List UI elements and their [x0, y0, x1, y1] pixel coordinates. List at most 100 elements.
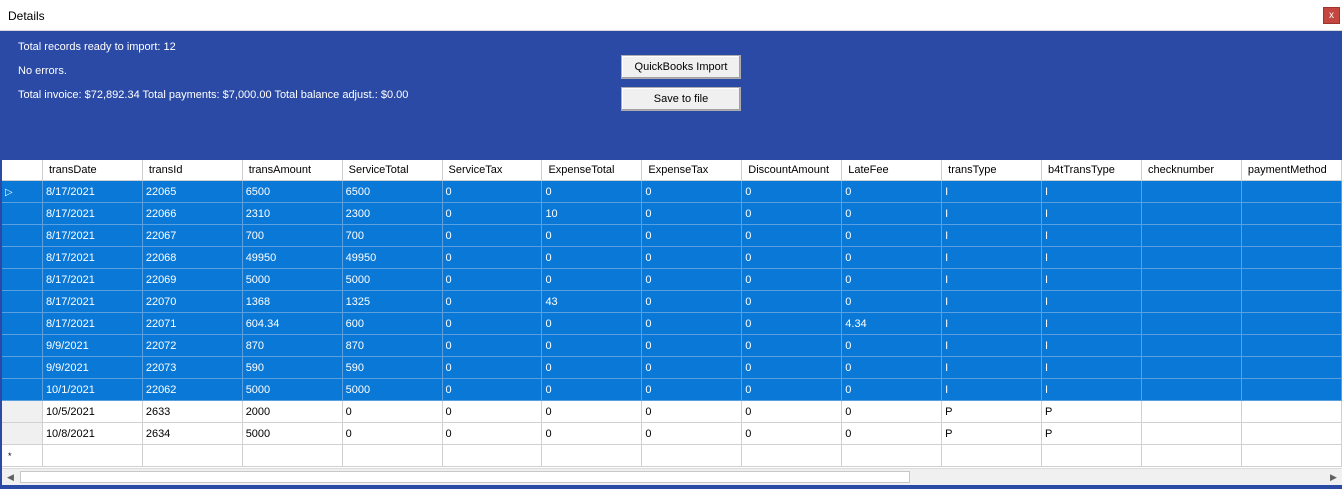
cell-transdate[interactable]	[42, 444, 143, 467]
row-header[interactable]	[2, 312, 43, 335]
cell-transtype[interactable]: I	[941, 246, 1043, 269]
row-header[interactable]	[2, 400, 43, 423]
column-header-servicetax[interactable]: ServiceTax	[442, 160, 543, 181]
row-header[interactable]	[2, 356, 43, 379]
cell-transamount[interactable]: 5000	[242, 422, 343, 445]
cell-transamount[interactable]: 49950	[242, 246, 343, 269]
cell-servicetax[interactable]: 0	[442, 312, 543, 335]
cell-transdate[interactable]: 9/9/2021	[42, 356, 143, 379]
cell-expensetotal[interactable]: 0	[541, 180, 643, 203]
cell-b4ttranstype[interactable]: I	[1041, 312, 1142, 335]
cell-checknumber[interactable]	[1141, 180, 1242, 203]
cell-transtype[interactable]: I	[941, 290, 1043, 313]
cell-servicetax[interactable]: 0	[442, 180, 543, 203]
cell-paymentmethod[interactable]	[1241, 312, 1342, 335]
column-header-discountamount[interactable]: DiscountAmount	[741, 160, 843, 181]
cell-discountamount[interactable]: 0	[741, 224, 843, 247]
cell-expensetax[interactable]: 0	[641, 180, 743, 203]
close-button[interactable]: x	[1323, 7, 1340, 24]
cell-expensetax[interactable]: 0	[641, 246, 743, 269]
cell-transtype[interactable]: I	[941, 268, 1043, 291]
scroll-left-icon[interactable]: ◀	[2, 469, 19, 485]
cell-expensetax[interactable]: 0	[641, 224, 743, 247]
cell-checknumber[interactable]	[1141, 422, 1242, 445]
cell-transamount[interactable]: 590	[242, 356, 343, 379]
cell-b4ttranstype[interactable]: I	[1041, 202, 1142, 225]
cell-transdate[interactable]: 10/5/2021	[42, 400, 143, 423]
table-row[interactable]: 8/17/2021 22071 604.34 600 0 0 0 0 4.34 I I	[2, 312, 1342, 335]
cell-b4ttranstype[interactable]: I	[1041, 378, 1142, 401]
column-header-latefee[interactable]: LateFee	[841, 160, 943, 181]
cell-checknumber[interactable]	[1141, 444, 1242, 467]
cell-transdate[interactable]: 8/17/2021	[42, 246, 143, 269]
cell-transamount[interactable]: 5000	[242, 378, 343, 401]
cell-b4ttranstype[interactable]: I	[1041, 334, 1142, 357]
cell-paymentmethod[interactable]	[1241, 180, 1342, 203]
cell-servicetax[interactable]: 0	[442, 334, 543, 357]
cell-transtype[interactable]: I	[941, 334, 1043, 357]
cell-transtype[interactable]: P	[941, 400, 1043, 423]
column-header-transtype[interactable]: transType	[941, 160, 1043, 181]
cell-b4ttranstype[interactable]: I	[1041, 246, 1142, 269]
cell-transamount[interactable]: 604.34	[242, 312, 343, 335]
column-header-transdate[interactable]: transDate	[42, 160, 143, 181]
cell-transamount[interactable]: 6500	[242, 180, 343, 203]
cell-transtype[interactable]: I	[941, 224, 1043, 247]
row-header[interactable]	[2, 224, 43, 247]
cell-transid[interactable]: 22072	[142, 334, 243, 357]
cell-transid[interactable]	[142, 444, 243, 467]
cell-b4ttranstype[interactable]	[1041, 444, 1142, 467]
cell-latefee[interactable]	[841, 444, 943, 467]
cell-expensetax[interactable]: 0	[641, 356, 743, 379]
cell-paymentmethod[interactable]	[1241, 356, 1342, 379]
cell-transtype[interactable]: I	[941, 356, 1043, 379]
cell-expensetax[interactable]: 0	[641, 268, 743, 291]
row-header[interactable]: ▷	[2, 180, 43, 203]
cell-transid[interactable]: 22071	[142, 312, 243, 335]
cell-latefee[interactable]: 0	[841, 356, 943, 379]
cell-checknumber[interactable]	[1141, 356, 1242, 379]
cell-expensetax[interactable]: 0	[641, 378, 743, 401]
cell-servicetotal[interactable]: 0	[342, 400, 443, 423]
cell-paymentmethod[interactable]	[1241, 334, 1342, 357]
cell-expensetax[interactable]	[641, 444, 743, 467]
cell-discountamount[interactable]: 0	[741, 378, 843, 401]
horizontal-scrollbar[interactable]: ◀ ▶	[2, 468, 1342, 485]
cell-expensetax[interactable]: 0	[641, 202, 743, 225]
cell-transid[interactable]: 22068	[142, 246, 243, 269]
cell-checknumber[interactable]	[1141, 224, 1242, 247]
cell-paymentmethod[interactable]	[1241, 400, 1342, 423]
cell-discountamount[interactable]: 0	[741, 312, 843, 335]
column-header-checknumber[interactable]: checknumber	[1141, 160, 1242, 181]
cell-transid[interactable]: 22062	[142, 378, 243, 401]
cell-servicetax[interactable]	[442, 444, 543, 467]
cell-servicetax[interactable]: 0	[442, 246, 543, 269]
cell-expensetax[interactable]: 0	[641, 290, 743, 313]
cell-servicetax[interactable]: 0	[442, 400, 543, 423]
cell-transdate[interactable]: 8/17/2021	[42, 180, 143, 203]
row-header[interactable]: *	[2, 444, 43, 467]
cell-b4ttranstype[interactable]: I	[1041, 356, 1142, 379]
cell-checknumber[interactable]	[1141, 334, 1242, 357]
cell-transamount[interactable]: 1368	[242, 290, 343, 313]
cell-expensetax[interactable]: 0	[641, 422, 743, 445]
cell-servicetotal[interactable]: 2300	[342, 202, 443, 225]
cell-paymentmethod[interactable]	[1241, 246, 1342, 269]
cell-transamount[interactable]	[242, 444, 343, 467]
cell-latefee[interactable]: 0	[841, 202, 943, 225]
column-header-servicetotal[interactable]: ServiceTotal	[342, 160, 443, 181]
cell-expensetax[interactable]: 0	[641, 400, 743, 423]
cell-transamount[interactable]: 870	[242, 334, 343, 357]
cell-checknumber[interactable]	[1141, 378, 1242, 401]
cell-latefee[interactable]: 0	[841, 378, 943, 401]
cell-latefee[interactable]: 0	[841, 180, 943, 203]
table-row[interactable]: 10/8/2021 2634 5000 0 0 0 0 0 0 P P	[2, 422, 1342, 445]
table-row[interactable]: 8/17/2021 22067 700 700 0 0 0 0 0 I I	[2, 224, 1342, 247]
cell-transid[interactable]: 22073	[142, 356, 243, 379]
cell-transid[interactable]: 22067	[142, 224, 243, 247]
table-row[interactable]: 8/17/2021 22068 49950 49950 0 0 0 0 0 I I	[2, 246, 1342, 269]
cell-discountamount[interactable]: 0	[741, 290, 843, 313]
cell-expensetotal[interactable]: 0	[541, 246, 643, 269]
cell-b4ttranstype[interactable]: P	[1041, 422, 1142, 445]
cell-discountamount[interactable]: 0	[741, 268, 843, 291]
